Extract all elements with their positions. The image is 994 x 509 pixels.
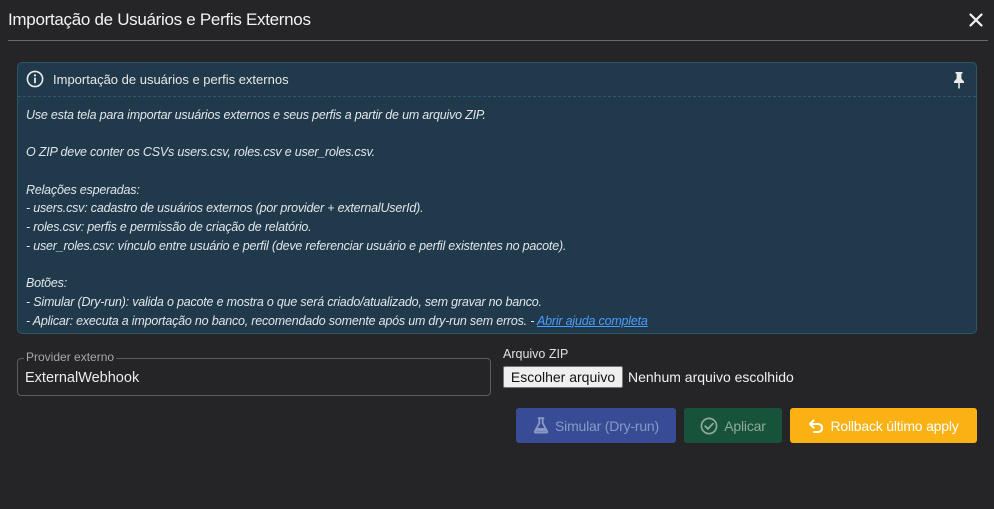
flask-icon <box>533 417 549 434</box>
info-icon <box>26 70 44 88</box>
info-panel: Importação de usuários e perfis externos… <box>17 62 977 334</box>
provider-field[interactable]: Provider externo <box>17 350 491 396</box>
provider-label: Provider externo <box>24 350 117 364</box>
apply-label: Aplicar <box>724 417 766 434</box>
info-panel-body: Use esta tela para importar usuários ext… <box>26 106 966 330</box>
pin-icon[interactable] <box>952 71 966 89</box>
provider-input[interactable] <box>25 369 485 387</box>
simulate-label: Simular (Dry-run) <box>555 417 659 434</box>
info-buttons-heading: Botões: <box>26 276 67 291</box>
zip-label: Arquivo ZIP <box>503 347 569 361</box>
info-relations-heading: Relações esperadas: <box>26 182 140 197</box>
choose-file-button[interactable]: Escolher arquivo <box>503 366 623 388</box>
rollback-label: Rollback último apply <box>830 417 959 434</box>
info-buttons-simulate: - Simular (Dry-run): valida o pacote e m… <box>26 294 542 309</box>
close-icon <box>969 13 983 27</box>
info-panel-title: Importação de usuários e perfis externos <box>53 72 289 87</box>
info-relation-item: - roles.csv: perfis e permissão de criaç… <box>26 220 312 235</box>
info-relation-item: - user_roles.csv: vínculo entre usuário … <box>26 238 567 253</box>
info-relation-item: - users.csv: cadastro de usuários extern… <box>26 201 424 216</box>
check-circle-icon <box>700 417 718 434</box>
help-link[interactable]: Abrir ajuda completa <box>537 314 648 328</box>
info-buttons-apply-line: - Aplicar: executa a importação no banco… <box>26 312 966 331</box>
info-intro: Use esta tela para importar usuários ext… <box>26 108 486 122</box>
info-panel-header: Importação de usuários e perfis externos <box>18 63 976 97</box>
info-zip-contents: O ZIP deve conter os CSVs users.csv, rol… <box>26 145 375 160</box>
close-button[interactable] <box>966 10 986 30</box>
file-status: Nenhum arquivo escolhido <box>628 369 794 385</box>
simulate-button[interactable]: Simular (Dry-run) <box>516 408 676 443</box>
undo-icon <box>809 419 824 433</box>
dialog-header: Importação de Usuários e Perfis Externos <box>0 0 994 41</box>
header-divider <box>8 40 988 41</box>
rollback-button[interactable]: Rollback último apply <box>790 408 977 443</box>
info-buttons-apply: - Aplicar: executa a importação no banco… <box>26 313 537 328</box>
dialog-title: Importação de Usuários e Perfis Externos <box>8 10 311 29</box>
apply-button[interactable]: Aplicar <box>684 408 782 443</box>
